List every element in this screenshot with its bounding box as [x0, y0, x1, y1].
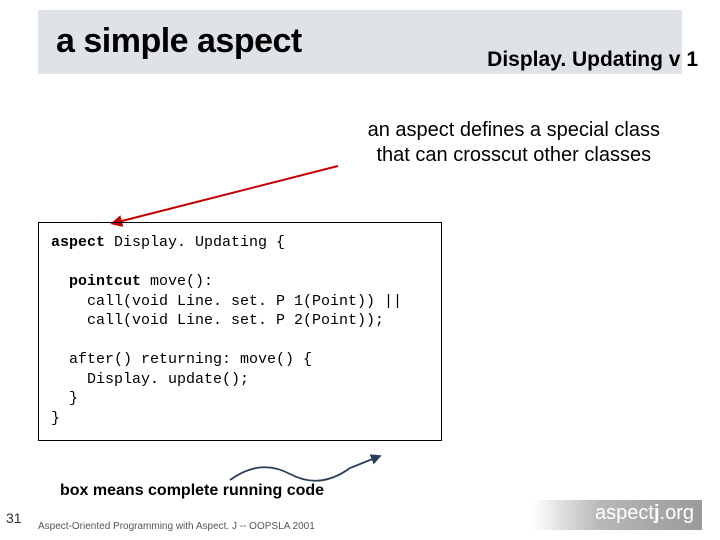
note1-line2: that can crosscut other classes — [377, 144, 652, 166]
code-l6: Display. update(); — [51, 371, 249, 388]
note1-line1: an aspect defines a special class — [368, 119, 660, 141]
version-label: Display. Updating v 1 — [487, 48, 698, 72]
logo-text: aspectj.org — [595, 502, 694, 525]
code-l7: } — [51, 390, 78, 407]
code-kw-aspect: aspect — [51, 234, 105, 251]
logo-suffix: .org — [660, 502, 694, 524]
code-l1b: Display. Updating { — [105, 234, 285, 251]
code-l3: call(void Line. set. P 1(Point)) || — [51, 293, 402, 310]
logo-plain: aspect — [595, 502, 654, 524]
code-l4: call(void Line. set. P 2(Point)); — [51, 312, 384, 329]
box-note: box means complete running code — [60, 482, 324, 500]
logo-bg: aspectj.org — [532, 500, 702, 530]
code-l5: after() returning: move() { — [51, 351, 312, 368]
footer-text: Aspect-Oriented Programming with Aspect.… — [38, 521, 315, 532]
page-number: 31 — [6, 510, 22, 526]
code-l8: } — [51, 410, 60, 427]
aspect-definition-note: an aspect defines a special class that c… — [368, 118, 660, 168]
code-kw-pointcut: pointcut — [51, 273, 141, 290]
aspectj-logo: aspectj.org — [532, 500, 702, 530]
code-l2b: move(): — [141, 273, 213, 290]
slide: a simple aspect Display. Updating v 1 an… — [0, 0, 720, 540]
code-box: aspect Display. Updating { pointcut move… — [38, 222, 442, 441]
